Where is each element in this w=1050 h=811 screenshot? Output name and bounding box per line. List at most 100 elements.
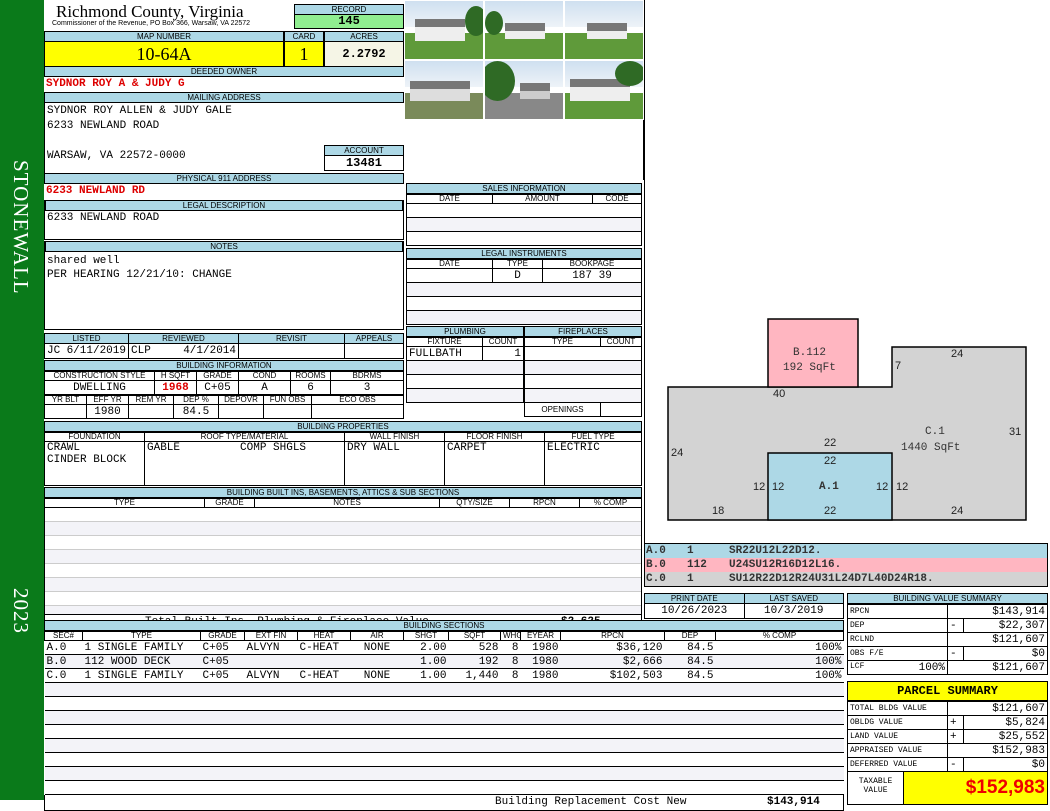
empty-cell bbox=[560, 696, 665, 711]
district-sidebar: STONEWALL 2023 bbox=[0, 0, 44, 800]
section-grade: C+05 bbox=[200, 654, 245, 669]
section-whgt: 8 bbox=[500, 654, 521, 669]
building-sections-label: BUILDING SECTIONS bbox=[44, 620, 844, 631]
empty-cell bbox=[403, 738, 449, 753]
property-photo[interactable] bbox=[404, 0, 484, 60]
sketch-code-code: 1 bbox=[687, 545, 694, 557]
empty-cell bbox=[200, 780, 245, 795]
empty-cell bbox=[44, 724, 83, 739]
appeals-label: APPEALS bbox=[344, 333, 404, 344]
empty-cell bbox=[244, 682, 298, 697]
remaining-year bbox=[128, 404, 174, 419]
replacement-cost-label: Building Replacement Cost New bbox=[495, 796, 687, 808]
instrument-date bbox=[406, 268, 493, 283]
dimension-label: 22 bbox=[824, 437, 837, 449]
building-properties-table: FOUNDATION ROOF TYPE/MATERIAL WALL FINISH F… bbox=[44, 432, 642, 486]
col-header: QTY/SIZE bbox=[439, 498, 510, 508]
account-number: 13481 bbox=[324, 156, 404, 171]
sketch-code-code: 112 bbox=[687, 559, 707, 571]
col-header: COND bbox=[238, 371, 291, 381]
empty-cell bbox=[500, 766, 521, 781]
property-photo[interactable] bbox=[484, 60, 564, 120]
empty-cell bbox=[297, 682, 351, 697]
economic-obs bbox=[311, 404, 404, 419]
section-row: A.0 1 SINGLE FAMILY C+05 ALVYN C-HEAT NONE 2.0… bbox=[44, 640, 844, 655]
col-header: GRADE bbox=[204, 498, 255, 508]
sales-table: DATE AMOUNT CODE bbox=[406, 194, 642, 246]
empty-cell bbox=[500, 752, 521, 767]
section-dep: 84.5 bbox=[664, 640, 716, 655]
plumbing-fixture: FULLBATH bbox=[406, 346, 483, 361]
empty-cell bbox=[244, 766, 298, 781]
property-photo[interactable] bbox=[484, 0, 564, 60]
h-sqft: 1968 bbox=[154, 380, 197, 395]
empty-cell bbox=[560, 766, 665, 781]
empty-cell bbox=[560, 752, 665, 767]
taxable-value: $152,983 bbox=[904, 772, 1047, 804]
section-b-area: 192 SqFt bbox=[783, 362, 836, 374]
empty-cell bbox=[44, 752, 83, 767]
land-sign: + bbox=[947, 729, 964, 744]
col-header: TYPE bbox=[524, 337, 601, 347]
empty-cell bbox=[44, 738, 83, 753]
section-ext: ALVYN bbox=[244, 668, 298, 683]
dimension-label: 12 bbox=[876, 481, 889, 493]
obldg-sign: + bbox=[947, 715, 964, 730]
building-sketch[interactable]: B.112 192 SqFt C.1 1440 SqFt A.1 24 7 40… bbox=[644, 0, 1050, 543]
empty-cell bbox=[448, 724, 501, 739]
listed-date: 6/11/2019 bbox=[66, 345, 126, 357]
section-row bbox=[44, 766, 844, 781]
col-header: GRADE bbox=[196, 371, 239, 381]
lcf-pct: 100% bbox=[918, 661, 945, 674]
property-photo[interactable] bbox=[404, 60, 484, 120]
year-built bbox=[44, 404, 87, 419]
empty-cell bbox=[403, 780, 449, 795]
empty-cell bbox=[448, 710, 501, 725]
section-sec: A.0 bbox=[44, 640, 83, 655]
section-sqft: 192 bbox=[448, 654, 501, 669]
section-whgt: 8 bbox=[500, 640, 521, 655]
section-row bbox=[44, 780, 844, 795]
empty-cell bbox=[244, 752, 298, 767]
mailing-address-label: MAILING ADDRESS bbox=[44, 92, 404, 103]
functional-obs bbox=[263, 404, 312, 419]
section-row: C.0 1 SINGLE FAMILY C+05 ALVYN C-HEAT NONE 1.0… bbox=[44, 668, 844, 683]
dimension-label: 18 bbox=[712, 505, 725, 517]
dep-sign: - bbox=[947, 618, 964, 633]
listed-label: LISTED bbox=[44, 333, 129, 344]
dates-table: PRINT DATE LAST SAVED 10/26/2023 10/3/2019 bbox=[644, 593, 844, 619]
property-photo[interactable] bbox=[564, 0, 644, 60]
empty-cell bbox=[82, 696, 201, 711]
empty-cell bbox=[520, 780, 561, 795]
col-header: GRADE bbox=[200, 631, 245, 641]
land-label: LAND VALUE bbox=[847, 729, 948, 744]
map-number-label: MAP NUMBER bbox=[44, 31, 284, 42]
empty-cell bbox=[244, 780, 298, 795]
rclnd-label: RCLND bbox=[847, 632, 948, 647]
dep-label: DEP bbox=[847, 618, 948, 633]
sales-info-label: SALES INFORMATION bbox=[406, 183, 642, 194]
dimension-label: 7 bbox=[895, 360, 902, 372]
dimension-label: 12 bbox=[772, 481, 785, 493]
section-heat bbox=[297, 654, 351, 669]
dimension-label: 22 bbox=[824, 455, 837, 467]
property-photo[interactable] bbox=[564, 60, 644, 120]
empty-cell bbox=[82, 724, 201, 739]
deferred-value: $0 bbox=[963, 757, 1048, 772]
col-header: AMOUNT bbox=[492, 194, 593, 204]
empty-cell bbox=[244, 724, 298, 739]
plumbing-count: 1 bbox=[482, 346, 524, 361]
empty-cell bbox=[44, 766, 83, 781]
sketch-code-row: A.0 1 SR22U12L22D12. bbox=[645, 544, 1047, 558]
empty-cell bbox=[664, 766, 716, 781]
sketch-code-code: 1 bbox=[687, 573, 694, 585]
section-row bbox=[44, 724, 844, 739]
section-row bbox=[44, 752, 844, 767]
empty-cell bbox=[82, 682, 201, 697]
empty-cell bbox=[664, 710, 716, 725]
map-number: 10-64A bbox=[44, 42, 284, 67]
section-shgt: 2.00 bbox=[403, 640, 449, 655]
empty-cell bbox=[350, 696, 404, 711]
section-air: NONE bbox=[350, 640, 404, 655]
empty-cell bbox=[82, 766, 201, 781]
